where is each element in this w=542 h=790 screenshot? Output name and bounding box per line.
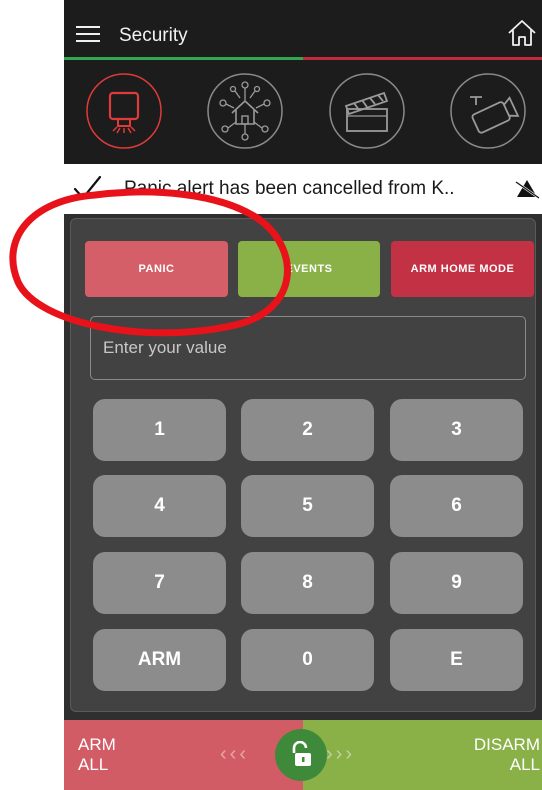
key-6[interactable]: 6 (390, 475, 523, 537)
key-2[interactable]: 2 (241, 399, 374, 461)
notification-text: Panic alert has been cancelled from K.. (124, 178, 455, 199)
key-0[interactable]: 0 (241, 629, 374, 691)
security-app: Security Panic alert has been cancelled … (64, 0, 542, 790)
camera-icon (450, 73, 526, 149)
panic-button[interactable]: PANIC (85, 241, 228, 297)
key-9[interactable]: 9 (390, 552, 523, 614)
arm-disarm-slider[interactable]: ARM ALL DISARM ALL ‹‹‹ ››› (64, 720, 542, 790)
network-home-icon (207, 73, 283, 149)
key-8[interactable]: 8 (241, 552, 374, 614)
key-4[interactable]: 4 (93, 475, 226, 537)
key-3[interactable]: 3 (390, 399, 523, 461)
keypad-container: PANIC EVENTS ARM HOME MODE 1 2 3 4 5 6 7… (64, 214, 542, 720)
device-category-bar (64, 62, 542, 164)
key-enter[interactable]: E (390, 629, 523, 691)
siren-icon (86, 73, 162, 149)
device-scene-button[interactable] (327, 71, 407, 151)
app-header: Security (64, 0, 542, 62)
value-input[interactable] (90, 316, 526, 380)
device-siren-button[interactable] (84, 71, 164, 151)
check-icon (73, 175, 102, 200)
bell-off-icon (515, 180, 540, 199)
key-5[interactable]: 5 (241, 475, 374, 537)
device-network-button[interactable] (205, 71, 285, 151)
arm-all-label: ARM ALL (78, 735, 116, 774)
notification-banner[interactable]: Panic alert has been cancelled from K.. (64, 164, 542, 214)
page-title: Security (119, 25, 188, 46)
home-icon[interactable] (506, 18, 538, 48)
disarm-all-label: DISARM ALL (473, 735, 540, 774)
hamburger-menu-icon[interactable] (76, 24, 100, 44)
tab-progress-fill (64, 57, 303, 60)
device-camera-button[interactable] (448, 71, 528, 151)
arm-home-mode-button[interactable]: ARM HOME MODE (391, 241, 534, 297)
key-7[interactable]: 7 (93, 552, 226, 614)
slider-handle[interactable] (275, 729, 327, 781)
chevron-right-icon: ››› (326, 743, 355, 765)
tab-progress-bar (64, 57, 542, 60)
key-arm[interactable]: ARM (93, 629, 226, 691)
chevron-left-icon: ‹‹‹ (220, 743, 249, 765)
events-button[interactable]: EVENTS (238, 241, 380, 297)
unlock-icon (292, 741, 311, 766)
key-1[interactable]: 1 (93, 399, 226, 461)
keypad-panel: PANIC EVENTS ARM HOME MODE 1 2 3 4 5 6 7… (70, 218, 536, 712)
clapperboard-icon (329, 73, 405, 149)
